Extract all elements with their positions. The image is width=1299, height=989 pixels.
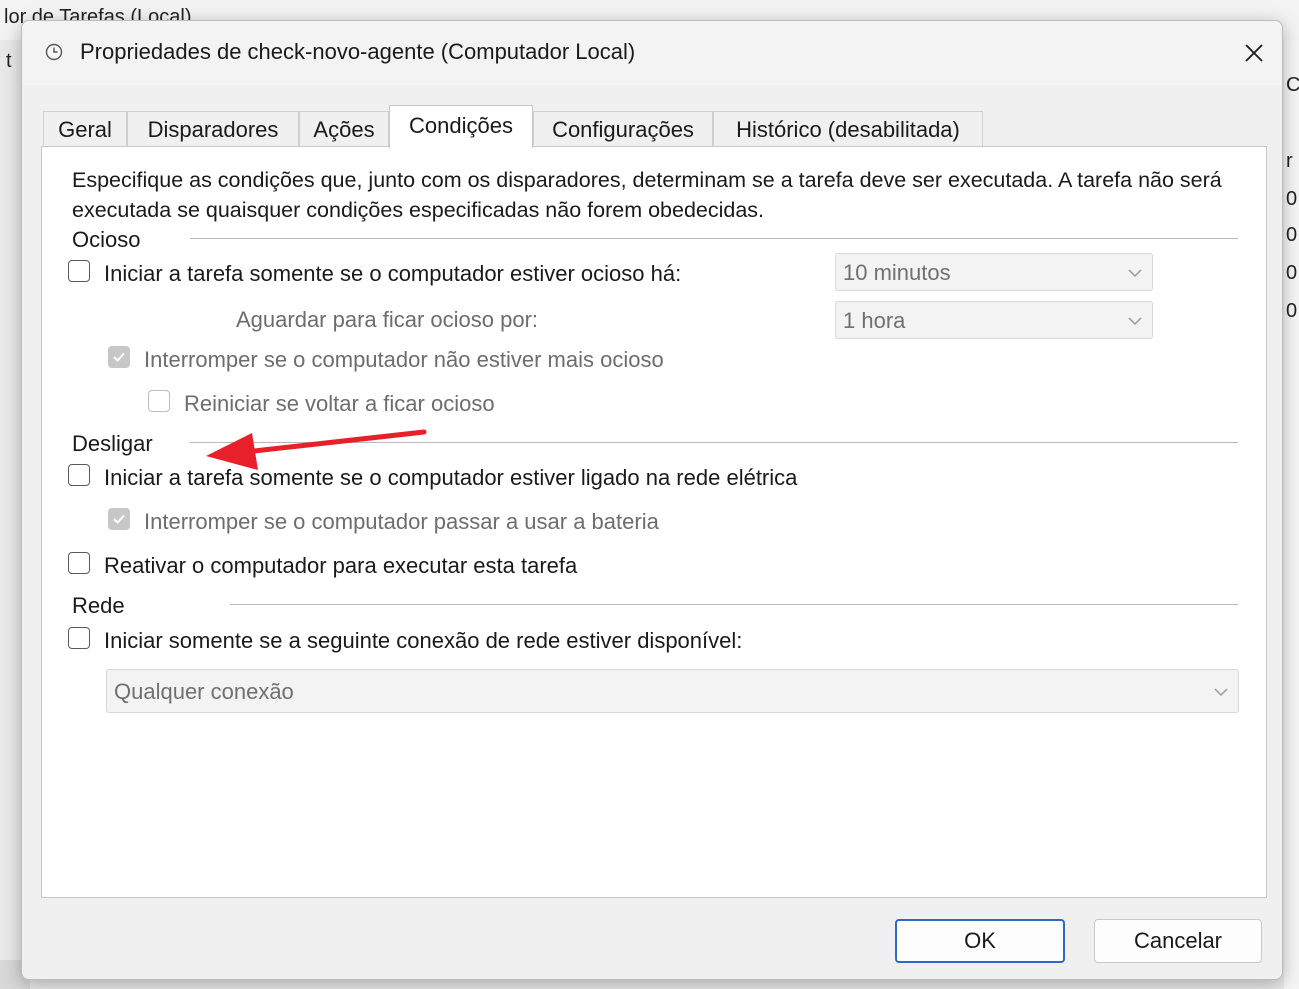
background-left-fragment: t xyxy=(6,50,12,72)
stop-on-battery-checkbox[interactable] xyxy=(108,508,130,530)
chevron-down-icon xyxy=(1214,688,1228,697)
restart-if-idle-checkbox[interactable] xyxy=(148,390,170,412)
tab-configuracoes[interactable]: Configurações xyxy=(533,111,713,147)
background-right-strip: C r 0 0 0 0 xyxy=(1284,40,1299,989)
background-right-fragment: r xyxy=(1286,150,1293,172)
start-if-idle-label: Iniciar a tarefa somente se o computador… xyxy=(104,261,682,286)
idle-duration-select[interactable]: 10 minutos xyxy=(835,253,1153,291)
background-right-fragment: 0 xyxy=(1286,262,1298,284)
dialog-titlebar: Propriedades de check-novo-agente (Compu… xyxy=(22,21,1282,85)
wait-idle-label: Aguardar para ficar ocioso por: xyxy=(236,307,539,332)
tab-historico[interactable]: Histórico (desabilitada) xyxy=(713,111,983,147)
ok-button[interactable]: OK xyxy=(895,919,1065,963)
close-icon xyxy=(1245,44,1263,62)
checkmark-icon xyxy=(113,352,125,362)
wake-to-run-checkbox[interactable] xyxy=(68,552,90,574)
network-connection-value: Qualquer conexão xyxy=(114,679,294,704)
group-label-network: Rede xyxy=(72,593,125,618)
conditions-description: Especifique as condições que, junto com … xyxy=(72,168,1222,222)
start-if-network-label: Iniciar somente se a seguinte conexão de… xyxy=(104,628,743,653)
background-right-fragment: 0 xyxy=(1286,224,1298,246)
checkmark-icon xyxy=(113,514,125,524)
start-on-ac-label: Iniciar a tarefa somente se o computador… xyxy=(104,465,798,490)
background-right-fragment: 0 xyxy=(1286,300,1298,322)
stop-if-not-idle-checkbox[interactable] xyxy=(108,346,130,368)
wait-duration-value: 1 hora xyxy=(843,308,906,333)
tab-geral[interactable]: Geral xyxy=(43,111,127,147)
background-right-fragment: 0 xyxy=(1286,188,1298,210)
idle-duration-value: 10 minutos xyxy=(843,260,951,285)
chevron-down-icon xyxy=(1128,269,1142,278)
cancel-button[interactable]: Cancelar xyxy=(1094,919,1262,963)
stop-on-battery-label: Interromper se o computador passar a usa… xyxy=(144,509,659,534)
tab-condicoes[interactable]: Condições xyxy=(389,105,533,148)
tab-acoes[interactable]: Ações xyxy=(299,111,389,147)
dialog-title: Propriedades de check-novo-agente (Compu… xyxy=(80,39,636,64)
wake-to-run-label: Reativar o computador para executar esta… xyxy=(104,553,578,578)
wait-duration-select[interactable]: 1 hora xyxy=(835,301,1153,339)
restart-if-idle-label: Reiniciar se voltar a ficar ocioso xyxy=(184,391,495,416)
close-button[interactable] xyxy=(1232,35,1276,71)
start-if-network-checkbox[interactable] xyxy=(68,627,90,649)
group-divider xyxy=(230,604,1238,605)
start-if-idle-checkbox[interactable] xyxy=(68,260,90,282)
background-right-fragment: C xyxy=(1286,74,1299,96)
stop-if-not-idle-label: Interromper se o computador não estiver … xyxy=(144,347,664,372)
chevron-down-icon xyxy=(1128,317,1142,326)
start-on-ac-checkbox[interactable] xyxy=(68,464,90,486)
task-properties-dialog: Propriedades de check-novo-agente (Compu… xyxy=(21,20,1283,980)
group-divider xyxy=(190,442,1238,443)
tab-disparadores[interactable]: Disparadores xyxy=(127,111,299,147)
clock-icon xyxy=(45,43,63,61)
group-label-idle: Ocioso xyxy=(72,227,141,252)
group-divider xyxy=(190,238,1238,239)
group-label-power: Desligar xyxy=(72,431,153,456)
network-connection-select[interactable]: Qualquer conexão xyxy=(106,669,1239,713)
